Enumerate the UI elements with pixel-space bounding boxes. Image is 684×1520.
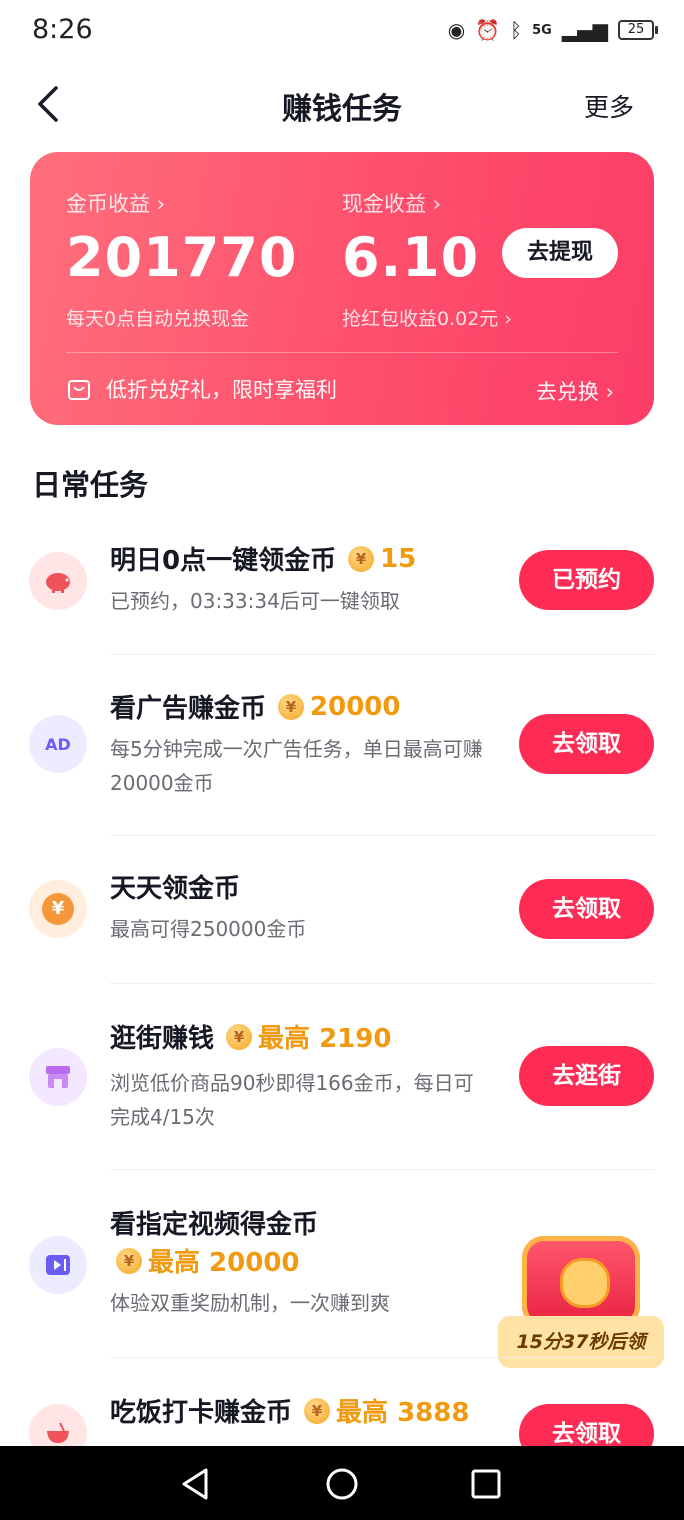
top-nav: 赚钱任务 更多 xyxy=(0,70,684,140)
divider xyxy=(110,1169,654,1170)
promo-text: 低折兑好礼，限时享福利 xyxy=(106,378,337,402)
divider xyxy=(110,1357,654,1358)
coin-icon: ¥ xyxy=(348,545,375,572)
network-label: 5G xyxy=(532,22,552,38)
divider xyxy=(110,654,654,655)
alarm-icon: ⏰ xyxy=(475,18,501,42)
cash-earnings-value: 6.10 xyxy=(342,226,480,289)
task-title: 吃饭打卡赚金币 ¥ 最高 3888 xyxy=(110,1392,469,1429)
task-name: 看广告赚金币 xyxy=(110,694,267,724)
task-reward: 15 xyxy=(380,543,417,574)
task-reward: 20000 xyxy=(310,691,401,722)
cash-earnings[interactable]: 现金收益 › 6.10 抢红包收益0.02元 › xyxy=(342,188,512,331)
coin-icon: ¥ xyxy=(116,1247,142,1274)
eye-icon: ◉ xyxy=(447,18,466,42)
chest-countdown: 15分37秒后领 xyxy=(498,1316,664,1368)
coin-icon: ¥ xyxy=(278,693,305,720)
task-reward-row: ¥ 最高 20000 xyxy=(110,1242,300,1279)
task-name: 吃饭打卡赚金币 xyxy=(110,1398,293,1428)
coin-earnings-value: 201770 xyxy=(66,226,298,289)
reserved-button[interactable]: 已预约 xyxy=(519,550,654,610)
coin-earnings-note: 每天0点自动兑换现金 xyxy=(66,308,250,330)
cash-earnings-note: 抢红包收益0.02元 › xyxy=(342,308,512,330)
treasure-chest[interactable]: 15分37秒后领 xyxy=(498,1230,664,1375)
piggy-bank-icon xyxy=(29,552,87,610)
withdraw-button[interactable]: 去提现 xyxy=(502,228,618,278)
video-icon xyxy=(29,1236,87,1294)
task-name: 天天领金币 xyxy=(110,874,241,904)
divider xyxy=(110,835,654,836)
task-name: 逛街赚钱 xyxy=(110,1024,215,1054)
coin-earnings[interactable]: 金币收益 › 201770 每天0点自动兑换现金 xyxy=(66,188,297,331)
section-title-daily-tasks: 日常任务 xyxy=(32,468,149,502)
status-time: 8:26 xyxy=(32,14,93,45)
bluetooth-icon: ᛒ xyxy=(510,18,523,42)
promo-row[interactable]: 低折兑好礼，限时享福利 xyxy=(66,374,337,404)
more-button[interactable]: 更多 xyxy=(584,88,634,124)
task-desc: 已预约，03:33:34后可一键领取 xyxy=(110,589,400,613)
signal-icon: ▂▄▆ xyxy=(561,18,608,42)
task-desc: 浏览低价商品90秒即得166金币，每日可完成4/15次 xyxy=(110,1071,474,1129)
coin-earnings-label: 金币收益 › xyxy=(66,192,166,216)
task-reward: 最高 2190 xyxy=(258,1024,392,1054)
status-bar: 8:26 ◉ ⏰ ᛒ 5G ▂▄▆ 25 xyxy=(0,0,684,64)
task-desc: 每5分钟完成一次广告任务，单日最高可赚20000金币 xyxy=(110,737,483,795)
task-title: 明日0点一键领金币 ¥ 15 xyxy=(110,540,416,577)
shopping-bag-icon xyxy=(68,380,90,400)
claim-button[interactable]: 去领取 xyxy=(519,879,654,939)
task-title: 逛街赚钱 ¥ 最高 2190 xyxy=(110,1018,391,1055)
claim-button[interactable]: 去领取 xyxy=(519,714,654,774)
task-desc: 体验双重奖励机制，一次赚到爽 xyxy=(110,1291,390,1315)
coin-circle-icon: ¥ xyxy=(29,880,87,938)
coin-icon: ¥ xyxy=(304,1397,331,1424)
back-icon[interactable] xyxy=(30,82,74,126)
shop-icon xyxy=(29,1048,87,1106)
coin-icon: ¥ xyxy=(226,1023,253,1050)
task-title: 看广告赚金币 ¥ 20000 xyxy=(110,688,400,725)
recents-square-icon[interactable] xyxy=(466,1464,506,1504)
status-icons: ◉ ⏰ ᛒ 5G ▂▄▆ 25 xyxy=(447,18,658,42)
divider xyxy=(110,983,654,984)
yuan-glyph: ¥ xyxy=(42,893,74,925)
home-circle-icon[interactable] xyxy=(322,1464,362,1504)
page-title: 赚钱任务 xyxy=(282,92,402,127)
battery-icon: 25 xyxy=(618,20,658,40)
back-triangle-icon[interactable] xyxy=(176,1464,216,1504)
task-desc: 最高可得250000金币 xyxy=(110,917,307,941)
task-title: 看指定视频得金币 xyxy=(110,1210,319,1240)
task-reward: 最高 3888 xyxy=(336,1398,470,1428)
task-name: 明日0点一键领金币 xyxy=(110,546,337,576)
cash-earnings-label: 现金收益 › xyxy=(342,192,442,216)
system-nav-bar xyxy=(0,1446,684,1520)
exchange-link[interactable]: 去兑换 › xyxy=(536,376,614,406)
go-shopping-button[interactable]: 去逛街 xyxy=(519,1046,654,1106)
ad-icon: AD xyxy=(29,715,87,773)
chest-lock-icon xyxy=(560,1258,610,1308)
task-title: 天天领金币 xyxy=(110,868,240,905)
task-reward: 最高 20000 xyxy=(148,1248,300,1278)
card-divider xyxy=(66,352,618,353)
earnings-card: 金币收益 › 201770 每天0点自动兑换现金 现金收益 › 6.10 抢红包… xyxy=(30,152,654,425)
